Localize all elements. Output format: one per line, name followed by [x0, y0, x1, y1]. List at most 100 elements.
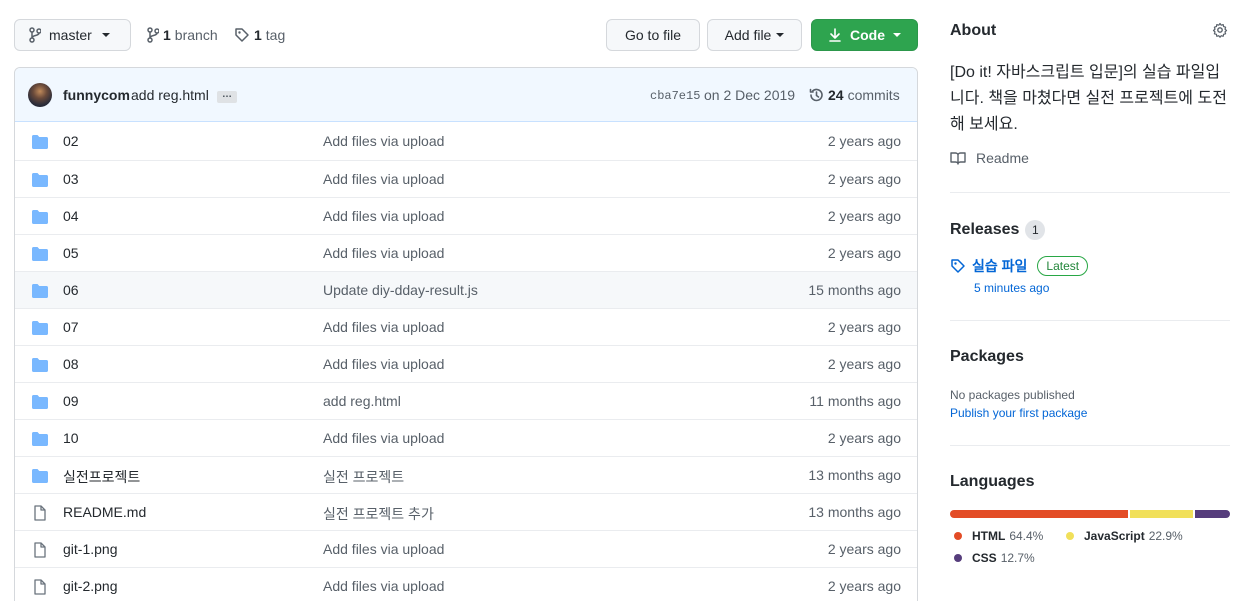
file-commit-message-link[interactable]: Add files via upload [323, 133, 444, 149]
add-file-label: Add file [724, 27, 772, 43]
branches-link[interactable]: 1 branch [147, 19, 218, 51]
file-name-link[interactable]: 06 [63, 282, 79, 298]
table-row[interactable]: 09 add reg.html 11 months ago [15, 382, 917, 419]
file-name-link[interactable]: 03 [63, 171, 79, 187]
language-color-dot [1066, 532, 1074, 540]
file-name-link[interactable]: 09 [63, 393, 79, 409]
table-row[interactable]: 05 Add files via upload 2 years ago [15, 234, 917, 271]
file-commit-message-link[interactable]: Add files via upload [323, 208, 444, 224]
language-item-html[interactable]: HTML 64.4% [954, 529, 1043, 543]
table-row[interactable]: README.md 실전 프로젝트 추가 13 months ago [15, 493, 917, 530]
file-browser: funnycom add reg.html … cba7e15 on 2 Dec… [14, 67, 918, 601]
latest-badge: Latest [1037, 256, 1089, 276]
file-commit-message-link[interactable]: Add files via upload [323, 430, 444, 446]
tag-label: tag [265, 27, 286, 43]
file-age: 2 years ago [827, 171, 901, 187]
file-commit-message-link[interactable]: Add files via upload [323, 171, 444, 187]
file-name-link[interactable]: git-1.png [63, 541, 117, 557]
releases-heading[interactable]: Releases 1 [950, 220, 1046, 240]
avatar[interactable] [28, 83, 52, 107]
file-age: 2 years ago [827, 133, 901, 149]
table-row[interactable]: 07 Add files via upload 2 years ago [15, 308, 917, 345]
table-row[interactable]: 08 Add files via upload 2 years ago [15, 345, 917, 382]
language-percent: 22.9% [1148, 529, 1183, 543]
git-branch-icon [147, 27, 159, 43]
packages-empty-text: No packages published [950, 388, 1075, 402]
commits-link[interactable]: 24 commits [808, 87, 900, 103]
table-row[interactable]: git-1.png Add files via upload 2 years ago [15, 530, 917, 567]
code-button[interactable]: Code [811, 19, 918, 51]
table-row[interactable]: git-2.png Add files via upload 2 years ago [15, 567, 917, 601]
file-name-link[interactable]: 실전프로젝트 [63, 467, 140, 487]
gear-icon[interactable] [1212, 22, 1228, 38]
language-color-dot [954, 532, 962, 540]
file-name-link[interactable]: git-2.png [63, 578, 117, 594]
file-commit-message-link[interactable]: 실전 프로젝트 추가 [323, 504, 434, 524]
file-name-link[interactable]: 05 [63, 245, 79, 261]
file-age: 2 years ago [827, 319, 901, 335]
file-icon [34, 542, 46, 558]
file-commit-message-link[interactable]: Add files via upload [323, 245, 444, 261]
file-age: 2 years ago [827, 356, 901, 372]
file-name-link[interactable]: 08 [63, 356, 79, 372]
file-name-link[interactable]: 10 [63, 430, 79, 446]
tag-icon [951, 259, 965, 273]
chevron-down-icon [776, 33, 785, 37]
go-to-file-button[interactable]: Go to file [606, 19, 700, 51]
table-row[interactable]: 03 Add files via upload 2 years ago [15, 160, 917, 197]
language-item-css[interactable]: CSS 12.7% [954, 551, 1035, 565]
file-commit-message-link[interactable]: Add files via upload [323, 356, 444, 372]
branch-label: branch [174, 27, 218, 43]
latest-release-link[interactable]: 실습 파일 Latest [950, 256, 1089, 276]
languages-heading: Languages [950, 473, 1035, 490]
language-bar-segment [1129, 510, 1193, 518]
language-name: HTML [972, 529, 1006, 543]
folder-icon [32, 284, 48, 298]
commit-sha-link[interactable]: cba7e15 [650, 89, 700, 103]
table-row[interactable]: 06 Update diy-dday-result.js 15 months ago [15, 271, 917, 308]
book-icon [950, 152, 966, 165]
branch-select-button[interactable]: master [14, 19, 131, 51]
file-commit-message-link[interactable]: Update diy-dday-result.js [323, 282, 478, 298]
add-file-button[interactable]: Add file [707, 19, 802, 51]
commit-message-link[interactable]: add reg.html [131, 87, 209, 103]
table-row[interactable]: 02 Add files via upload 2 years ago [15, 123, 917, 160]
go-to-file-label: Go to file [624, 27, 682, 43]
readme-label: Readme [976, 150, 1029, 166]
repo-toolbar: master 1 branch 1 tag Go to file Add fil… [14, 19, 918, 51]
commit-author-link[interactable]: funnycom [63, 87, 130, 103]
file-commit-message-link[interactable]: add reg.html [323, 393, 401, 409]
file-list: 02 Add files via upload 2 years ago 03 Add f… [15, 123, 917, 601]
language-item-javascript[interactable]: JavaScript 22.9% [1066, 529, 1183, 543]
commit-count: 24 [828, 87, 844, 103]
file-name-link[interactable]: 04 [63, 208, 79, 224]
tags-link[interactable]: 1 tag [234, 19, 285, 51]
file-commit-message-link[interactable]: Add files via upload [323, 578, 444, 594]
language-color-dot [954, 554, 962, 562]
file-icon [34, 579, 46, 595]
about-heading: About [950, 22, 997, 39]
file-age: 2 years ago [827, 208, 901, 224]
file-age: 15 months ago [808, 282, 901, 298]
folder-icon [32, 321, 48, 335]
file-name-link[interactable]: README.md [63, 504, 146, 520]
table-row[interactable]: 04 Add files via upload 2 years ago [15, 197, 917, 234]
file-commit-message-link[interactable]: 실전 프로젝트 [323, 467, 404, 487]
table-row[interactable]: 실전프로젝트 실전 프로젝트 13 months ago [15, 456, 917, 493]
readme-link[interactable]: Readme [950, 150, 1029, 166]
file-commit-message-link[interactable]: Add files via upload [323, 319, 444, 335]
tag-count: 1 [254, 27, 262, 43]
file-name-link[interactable]: 07 [63, 319, 79, 335]
publish-package-link[interactable]: Publish your first package [950, 406, 1087, 420]
history-icon [809, 88, 823, 102]
commit-count-label: commits [847, 87, 900, 103]
table-row[interactable]: 10 Add files via upload 2 years ago [15, 419, 917, 456]
language-name: CSS [972, 551, 997, 565]
file-name-link[interactable]: 02 [63, 133, 79, 149]
file-commit-message-link[interactable]: Add files via upload [323, 541, 444, 557]
branch-name: master [49, 27, 92, 43]
divider [950, 445, 1230, 446]
releases-label: Releases [950, 221, 1020, 238]
packages-heading[interactable]: Packages [950, 348, 1024, 366]
commit-expand-button[interactable]: … [217, 90, 237, 103]
